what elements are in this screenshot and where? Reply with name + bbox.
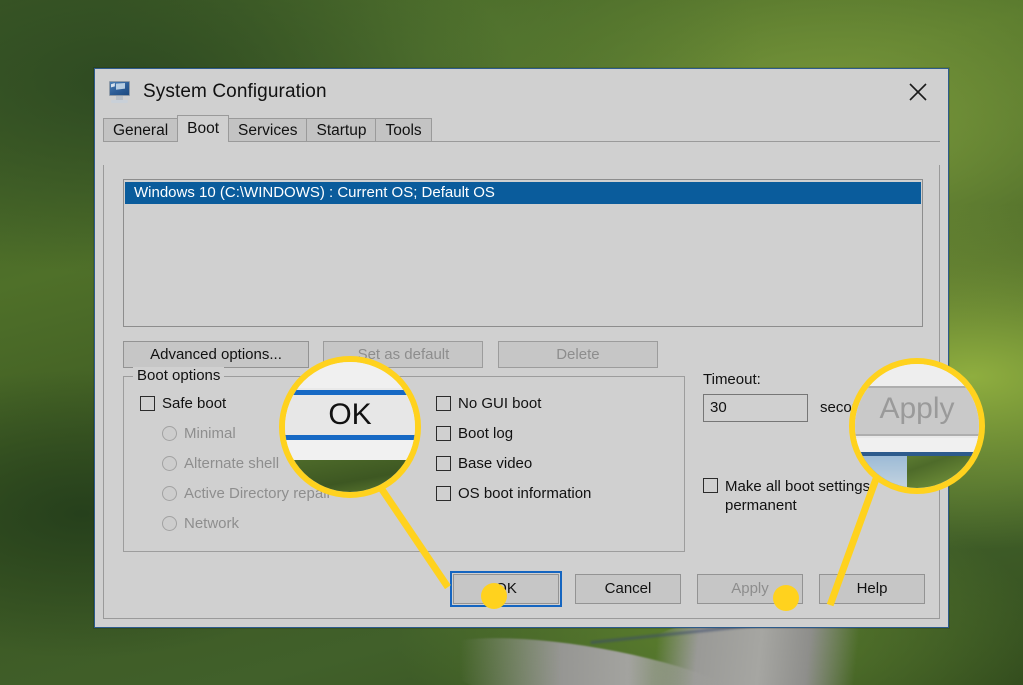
checkbox-icon (140, 396, 155, 411)
boot-options-legend: Boot options (133, 367, 225, 384)
boot-options-right-column: No GUI boot Boot log Base video OS boot … (436, 395, 591, 515)
title-bar[interactable]: System Configuration (95, 69, 948, 115)
radio-icon (162, 426, 177, 441)
timeout-label: Timeout: (703, 371, 761, 388)
tab-label: Startup (316, 121, 367, 139)
checkbox-icon (703, 478, 718, 493)
tab-general[interactable]: General (103, 118, 179, 142)
computer-monitor-icon (107, 80, 133, 104)
callout-dot-ok (481, 583, 507, 609)
advanced-options-button[interactable]: Advanced options... (123, 341, 309, 368)
radio-icon (162, 456, 177, 471)
tab-label: General (113, 121, 169, 139)
option-label: Boot log (458, 425, 514, 442)
magnified-apply-label: Apply (879, 392, 955, 425)
checkbox-boot-log[interactable]: Boot log (436, 425, 591, 442)
timeout-input[interactable]: 30 (703, 394, 808, 422)
magnifier-callout-apply: Apply (849, 358, 985, 494)
dialog-button-bar: OK Cancel Apply Help (437, 571, 925, 607)
tab-tools[interactable]: Tools (375, 118, 432, 142)
checkbox-base-video[interactable]: Base video (436, 455, 591, 472)
checkbox-icon (436, 486, 451, 501)
callout-dot-apply (773, 585, 799, 611)
radio-icon (162, 516, 177, 531)
boot-tab-panel: Windows 10 (C:\WINDOWS) : Current OS; De… (103, 165, 940, 619)
tab-services[interactable]: Services (228, 118, 308, 142)
option-label: Alternate shell (184, 455, 280, 472)
checkbox-icon (436, 456, 451, 471)
checkbox-no-gui-boot[interactable]: No GUI boot (436, 395, 591, 412)
tab-strip: General Boot Services Startup Tools (103, 115, 940, 142)
option-label: Base video (458, 455, 533, 472)
close-icon[interactable] (888, 69, 948, 115)
button-label: Apply (731, 580, 769, 597)
delete-button: Delete (497, 341, 658, 368)
magnifier-callout-ok: OK (279, 356, 421, 498)
button-label: Cancel (604, 580, 652, 597)
window-title: System Configuration (143, 81, 327, 102)
option-label: Network (184, 515, 240, 532)
option-label: Minimal (184, 425, 236, 442)
button-label: Advanced options... (150, 346, 282, 363)
list-item[interactable]: Windows 10 (C:\WINDOWS) : Current OS; De… (125, 182, 921, 204)
desktop-wallpaper: System Configuration General Boot Servic… (0, 0, 1023, 685)
tab-startup[interactable]: Startup (306, 118, 377, 142)
magnified-ok-label: OK (328, 398, 372, 431)
button-label: Help (856, 580, 888, 597)
tab-boot[interactable]: Boot (177, 115, 230, 142)
option-label: Safe boot (162, 395, 227, 412)
cancel-button[interactable]: Cancel (575, 574, 681, 604)
tab-label: Tools (385, 121, 422, 139)
checkbox-icon (436, 426, 451, 441)
option-label: OS boot information (458, 485, 592, 502)
system-configuration-dialog: System Configuration General Boot Servic… (94, 68, 949, 628)
button-label: Delete (556, 346, 600, 363)
radio-icon (162, 486, 177, 501)
option-label: No GUI boot (458, 395, 542, 412)
checkbox-os-boot-information[interactable]: OS boot information (436, 485, 591, 502)
os-list-box[interactable]: Windows 10 (C:\WINDOWS) : Current OS; De… (123, 179, 923, 327)
checkbox-icon (436, 396, 451, 411)
tab-label: Boot (187, 120, 220, 137)
radio-network: Network (162, 515, 332, 532)
tab-label: Services (238, 121, 298, 139)
